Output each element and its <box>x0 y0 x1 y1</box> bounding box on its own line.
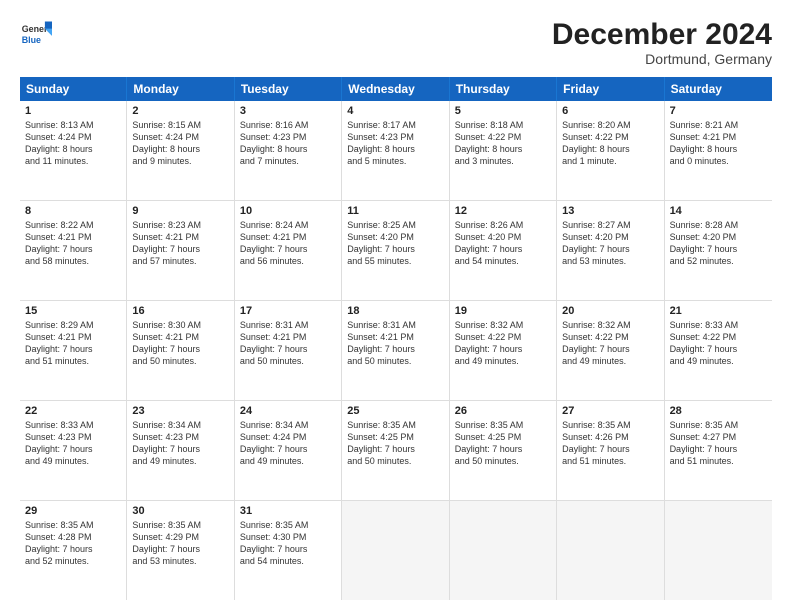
header-monday: Monday <box>127 77 234 101</box>
cell-dec-5: 5 Sunrise: 8:18 AM Sunset: 4:22 PM Dayli… <box>450 101 557 200</box>
header-tuesday: Tuesday <box>235 77 342 101</box>
calendar-body: 1 Sunrise: 8:13 AM Sunset: 4:24 PM Dayli… <box>20 101 772 600</box>
page-header: General Blue December 2024 Dortmund, Ger… <box>20 18 772 67</box>
cell-dec-9: 9 Sunrise: 8:23 AM Sunset: 4:21 PM Dayli… <box>127 201 234 300</box>
header-saturday: Saturday <box>665 77 772 101</box>
header-wednesday: Wednesday <box>342 77 449 101</box>
cell-dec-17: 17 Sunrise: 8:31 AM Sunset: 4:21 PM Dayl… <box>235 301 342 400</box>
cell-dec-30: 30 Sunrise: 8:35 AM Sunset: 4:29 PM Dayl… <box>127 501 234 600</box>
cell-dec-28: 28 Sunrise: 8:35 AM Sunset: 4:27 PM Dayl… <box>665 401 772 500</box>
cell-dec-24: 24 Sunrise: 8:34 AM Sunset: 4:24 PM Dayl… <box>235 401 342 500</box>
cell-dec-27: 27 Sunrise: 8:35 AM Sunset: 4:26 PM Dayl… <box>557 401 664 500</box>
week-row-5: 29 Sunrise: 8:35 AM Sunset: 4:28 PM Dayl… <box>20 501 772 600</box>
cell-dec-1: 1 Sunrise: 8:13 AM Sunset: 4:24 PM Dayli… <box>20 101 127 200</box>
cell-dec-19: 19 Sunrise: 8:32 AM Sunset: 4:22 PM Dayl… <box>450 301 557 400</box>
cell-empty-4 <box>665 501 772 600</box>
cell-dec-12: 12 Sunrise: 8:26 AM Sunset: 4:20 PM Dayl… <box>450 201 557 300</box>
cell-dec-13: 13 Sunrise: 8:27 AM Sunset: 4:20 PM Dayl… <box>557 201 664 300</box>
cell-dec-3: 3 Sunrise: 8:16 AM Sunset: 4:23 PM Dayli… <box>235 101 342 200</box>
week-row-1: 1 Sunrise: 8:13 AM Sunset: 4:24 PM Dayli… <box>20 101 772 201</box>
cell-dec-14: 14 Sunrise: 8:28 AM Sunset: 4:20 PM Dayl… <box>665 201 772 300</box>
cell-dec-29: 29 Sunrise: 8:35 AM Sunset: 4:28 PM Dayl… <box>20 501 127 600</box>
title-block: December 2024 Dortmund, Germany <box>552 18 772 67</box>
svg-text:Blue: Blue <box>22 35 41 45</box>
cell-dec-21: 21 Sunrise: 8:33 AM Sunset: 4:22 PM Dayl… <box>665 301 772 400</box>
cell-dec-4: 4 Sunrise: 8:17 AM Sunset: 4:23 PM Dayli… <box>342 101 449 200</box>
cell-dec-22: 22 Sunrise: 8:33 AM Sunset: 4:23 PM Dayl… <box>20 401 127 500</box>
cell-dec-18: 18 Sunrise: 8:31 AM Sunset: 4:21 PM Dayl… <box>342 301 449 400</box>
logo-icon: General Blue <box>20 18 52 50</box>
cell-empty-1 <box>342 501 449 600</box>
subtitle: Dortmund, Germany <box>552 51 772 67</box>
cell-dec-25: 25 Sunrise: 8:35 AM Sunset: 4:25 PM Dayl… <box>342 401 449 500</box>
header-thursday: Thursday <box>450 77 557 101</box>
cell-dec-6: 6 Sunrise: 8:20 AM Sunset: 4:22 PM Dayli… <box>557 101 664 200</box>
logo: General Blue <box>20 18 52 50</box>
cell-dec-16: 16 Sunrise: 8:30 AM Sunset: 4:21 PM Dayl… <box>127 301 234 400</box>
cell-dec-23: 23 Sunrise: 8:34 AM Sunset: 4:23 PM Dayl… <box>127 401 234 500</box>
cell-dec-7: 7 Sunrise: 8:21 AM Sunset: 4:21 PM Dayli… <box>665 101 772 200</box>
main-title: December 2024 <box>552 18 772 51</box>
cell-dec-15: 15 Sunrise: 8:29 AM Sunset: 4:21 PM Dayl… <box>20 301 127 400</box>
cell-dec-8: 8 Sunrise: 8:22 AM Sunset: 4:21 PM Dayli… <box>20 201 127 300</box>
calendar-page: General Blue December 2024 Dortmund, Ger… <box>0 0 792 612</box>
header-sunday: Sunday <box>20 77 127 101</box>
cell-dec-31: 31 Sunrise: 8:35 AM Sunset: 4:30 PM Dayl… <box>235 501 342 600</box>
week-row-3: 15 Sunrise: 8:29 AM Sunset: 4:21 PM Dayl… <box>20 301 772 401</box>
calendar: Sunday Monday Tuesday Wednesday Thursday… <box>20 77 772 600</box>
cell-empty-2 <box>450 501 557 600</box>
cell-dec-2: 2 Sunrise: 8:15 AM Sunset: 4:24 PM Dayli… <box>127 101 234 200</box>
cell-dec-11: 11 Sunrise: 8:25 AM Sunset: 4:20 PM Dayl… <box>342 201 449 300</box>
cell-dec-26: 26 Sunrise: 8:35 AM Sunset: 4:25 PM Dayl… <box>450 401 557 500</box>
header-friday: Friday <box>557 77 664 101</box>
cell-dec-20: 20 Sunrise: 8:32 AM Sunset: 4:22 PM Dayl… <box>557 301 664 400</box>
calendar-header: Sunday Monday Tuesday Wednesday Thursday… <box>20 77 772 101</box>
week-row-2: 8 Sunrise: 8:22 AM Sunset: 4:21 PM Dayli… <box>20 201 772 301</box>
week-row-4: 22 Sunrise: 8:33 AM Sunset: 4:23 PM Dayl… <box>20 401 772 501</box>
cell-empty-3 <box>557 501 664 600</box>
cell-dec-10: 10 Sunrise: 8:24 AM Sunset: 4:21 PM Dayl… <box>235 201 342 300</box>
